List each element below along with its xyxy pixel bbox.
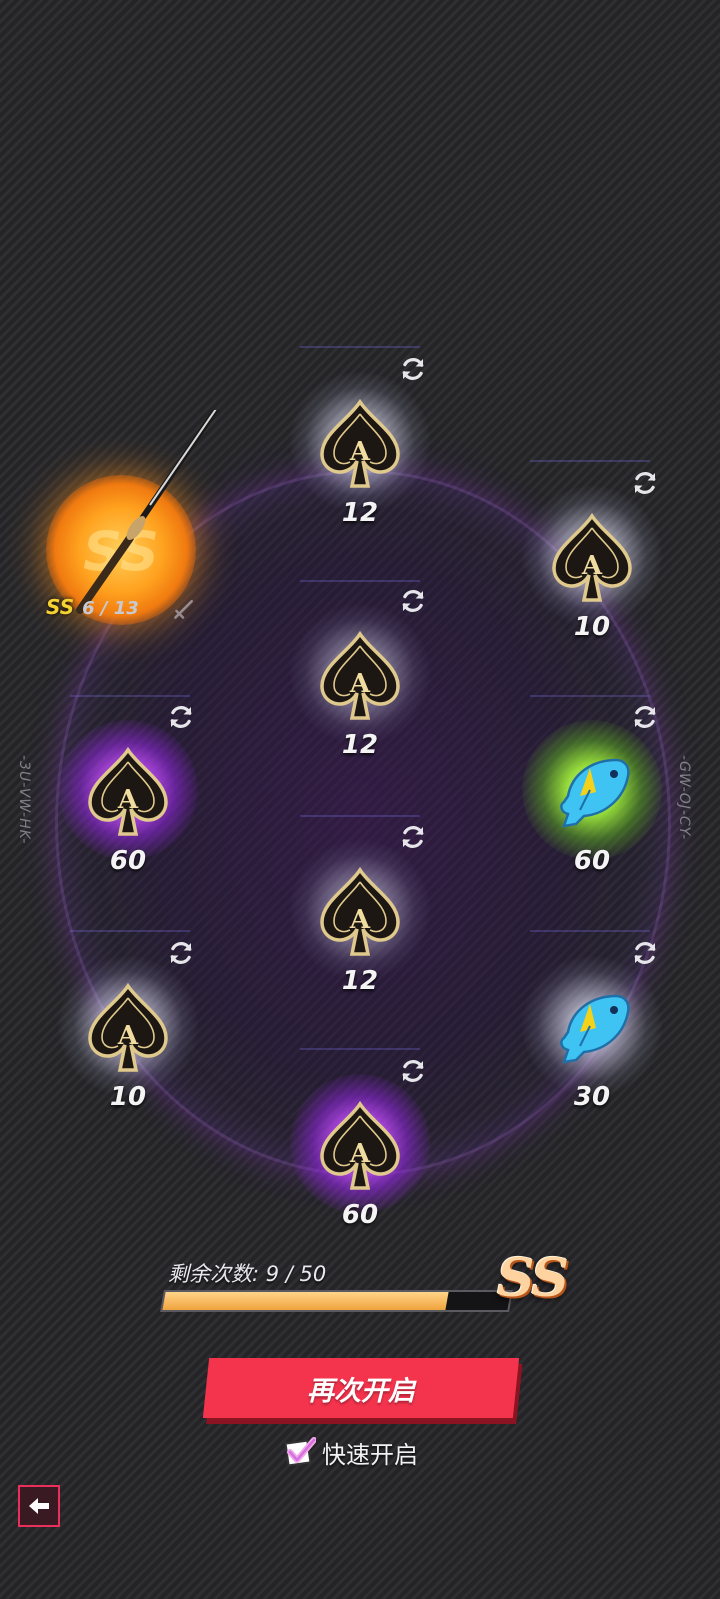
slot-quantity: 10 <box>573 612 611 642</box>
reward-slot-center-top[interactable]: A 12 <box>280 590 440 764</box>
reward-slot-right[interactable]: 60 <box>512 706 672 880</box>
side-code-left: -3U-VW-HK- <box>16 755 32 845</box>
fish-icon <box>560 758 630 828</box>
hex-deco <box>300 1048 420 1050</box>
hex-deco <box>70 695 190 697</box>
svg-text:A: A <box>349 437 371 467</box>
refresh-icon[interactable] <box>630 468 660 498</box>
reward-slot-left[interactable]: A 60 <box>48 706 208 880</box>
hex-deco <box>300 580 420 582</box>
quick-open-toggle[interactable]: 快速开启 <box>284 1432 418 1472</box>
spade-ace-icon: A <box>320 866 400 956</box>
refresh-icon[interactable] <box>398 1056 428 1086</box>
svg-text:A: A <box>349 905 371 935</box>
hex-deco <box>530 930 650 932</box>
refresh-icon[interactable] <box>630 702 660 732</box>
progress-fill <box>162 1292 449 1310</box>
slot-quantity: 12 <box>341 730 379 760</box>
reward-slot-lower-left[interactable]: A 10 <box>48 942 208 1116</box>
ss-featured-item[interactable]: SS SS 6 / 13 <box>40 410 220 640</box>
hex-deco <box>70 930 190 932</box>
reward-slot-center[interactable]: A 12 <box>280 826 440 1000</box>
svg-text:A: A <box>349 1139 371 1169</box>
reopen-button-label: 再次开启 <box>307 1375 415 1407</box>
remaining-count-label: 剩余次数: 9 / 50 <box>168 1262 327 1286</box>
slot-quantity: 60 <box>341 1200 379 1230</box>
refresh-icon[interactable] <box>398 822 428 852</box>
quick-open-label: 快速开启 <box>322 1440 418 1469</box>
svg-text:A: A <box>349 669 371 699</box>
reward-slot-upper-right[interactable]: A 10 <box>512 472 672 646</box>
spade-ace-icon: A <box>320 1100 400 1190</box>
refresh-icon[interactable] <box>398 586 428 616</box>
spade-ace-icon: A <box>320 630 400 720</box>
checkbox-checked-icon[interactable] <box>284 1436 316 1468</box>
sword-small-icon <box>174 599 193 619</box>
reopen-button[interactable]: 再次开启 <box>202 1358 520 1418</box>
grade-badge: SS <box>497 1248 569 1309</box>
refresh-icon[interactable] <box>398 354 428 384</box>
slot-quantity: 12 <box>341 498 379 528</box>
hex-deco <box>530 695 650 697</box>
slot-quantity: 12 <box>341 966 379 996</box>
arrow-left-icon <box>29 1498 49 1514</box>
ss-grade-tag: SS <box>46 595 75 619</box>
reward-slot-bottom[interactable]: A 60 <box>280 1060 440 1234</box>
spade-ace-icon: A <box>320 398 400 488</box>
reward-slot-top[interactable]: A 12 <box>280 358 440 532</box>
fish-icon <box>560 994 630 1064</box>
hex-deco <box>300 815 420 817</box>
spade-ace-icon: A <box>88 982 168 1072</box>
back-button[interactable] <box>18 1485 60 1527</box>
hex-deco <box>300 346 420 348</box>
svg-text:A: A <box>581 551 603 581</box>
refresh-icon[interactable] <box>166 938 196 968</box>
spade-ace-icon: A <box>88 746 168 836</box>
hex-deco <box>530 460 650 462</box>
slot-quantity: 30 <box>573 1082 611 1112</box>
refresh-icon[interactable] <box>630 938 660 968</box>
ss-count: SS 6 / 13 <box>46 595 139 619</box>
remaining-progress-bar <box>160 1290 513 1312</box>
side-code-right: -GW-OJ-CY- <box>676 755 692 841</box>
reward-slot-lower-right[interactable]: 30 <box>512 942 672 1116</box>
refresh-icon[interactable] <box>166 702 196 732</box>
svg-text:A: A <box>117 785 139 815</box>
slot-quantity: 60 <box>573 846 611 876</box>
spade-ace-icon: A <box>552 512 632 602</box>
slot-quantity: 10 <box>109 1082 147 1112</box>
slot-quantity: 60 <box>109 846 147 876</box>
svg-text:A: A <box>117 1021 139 1051</box>
ss-count-value: 6 / 13 <box>82 598 139 619</box>
